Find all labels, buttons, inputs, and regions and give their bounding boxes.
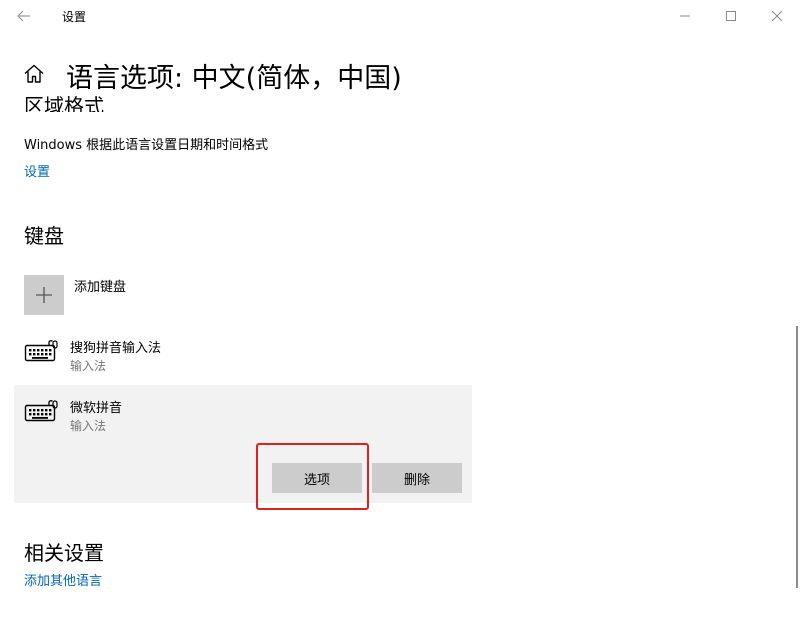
remove-button[interactable]: 删除	[372, 463, 462, 493]
plus-icon	[36, 287, 52, 303]
related-settings-heading: 相关设置	[24, 541, 104, 565]
keyboard-icon	[24, 400, 58, 422]
keyboard-item-name: 微软拼音	[70, 401, 123, 416]
keyboard-item-type: 输入法	[70, 419, 107, 433]
minimize-icon	[680, 15, 690, 17]
home-icon[interactable]	[22, 62, 46, 86]
keyboard-item-name: 搜狗拼音输入法	[70, 341, 162, 356]
region-settings-link[interactable]: 设置	[24, 161, 50, 180]
window-title: 设置	[62, 10, 87, 24]
back-arrow-icon	[17, 10, 30, 22]
scrollbar[interactable]	[796, 326, 798, 588]
add-keyboard-button[interactable]	[24, 275, 64, 315]
keyboard-icon	[24, 340, 58, 362]
region-format-description: Windows 根据此语言设置日期和时间格式	[24, 138, 269, 153]
page-title: 语言选项: 中文(简体，中国)	[66, 63, 402, 94]
close-icon	[771, 10, 783, 22]
maximize-icon	[726, 11, 736, 21]
keyboard-item-type: 输入法	[70, 359, 107, 373]
maximize-button[interactable]	[708, 0, 754, 32]
region-format-heading: 区域格式	[24, 94, 104, 112]
highlight-box	[256, 443, 369, 510]
add-language-link[interactable]: 添加其他语言	[24, 570, 102, 589]
back-button[interactable]	[8, 4, 40, 28]
list-item-microsoft-pinyin[interactable]: 微软拼音 输入法 选项 删除	[14, 385, 472, 503]
minimize-button[interactable]	[662, 0, 708, 32]
add-keyboard-label[interactable]: 添加键盘	[74, 276, 126, 295]
keyboard-heading: 键盘	[24, 224, 64, 248]
list-item-sogou[interactable]: 搜狗拼音输入法 输入法	[24, 337, 464, 377]
close-button[interactable]	[754, 0, 800, 32]
